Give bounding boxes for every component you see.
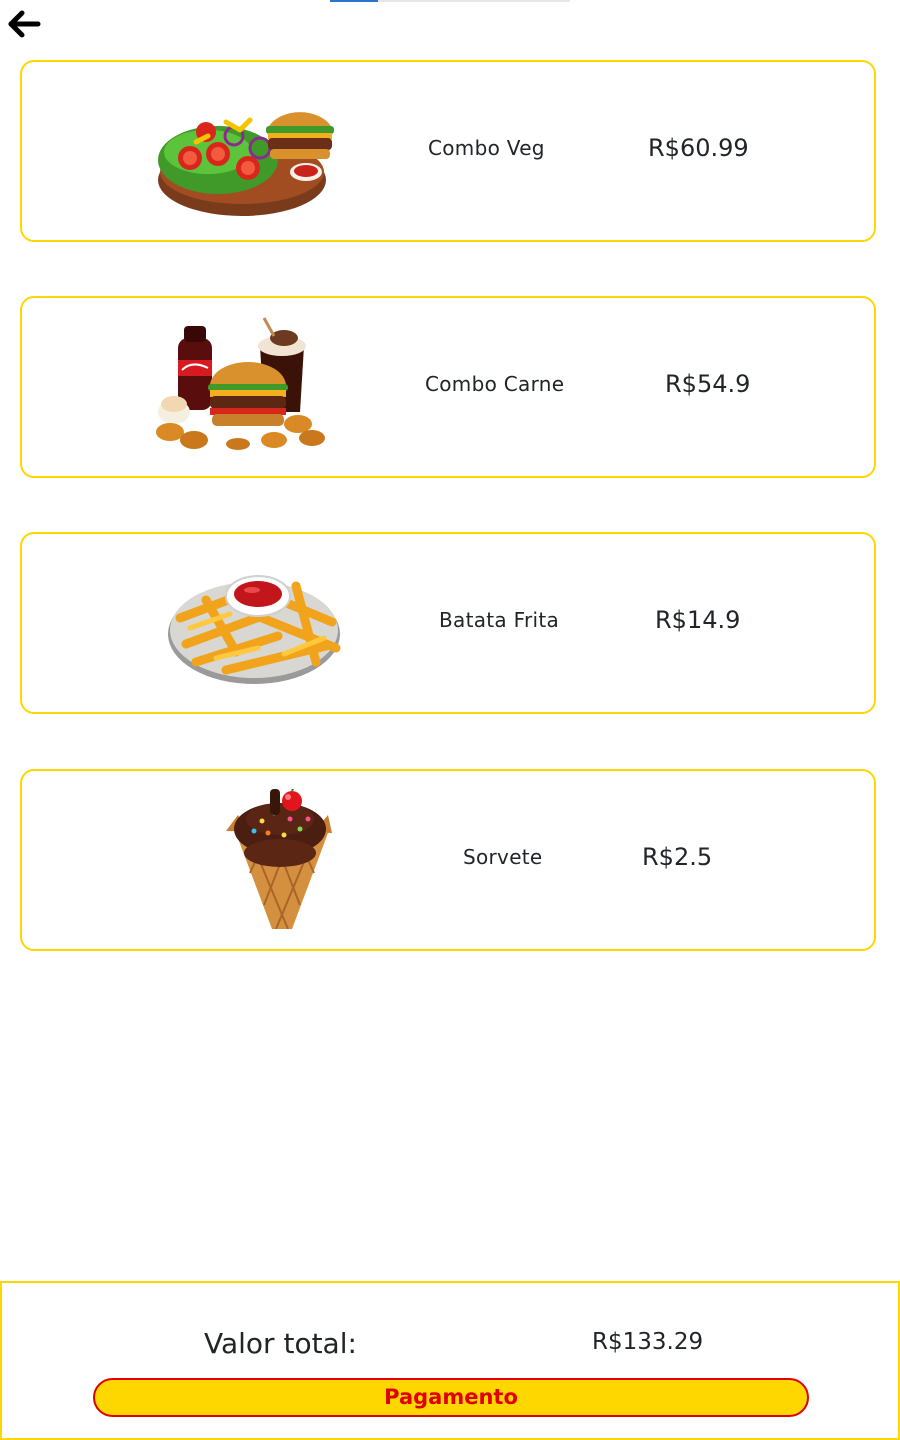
french-fries-ketchup-image (168, 575, 341, 684)
item-name: Sorvete (463, 845, 543, 869)
back-button[interactable] (6, 8, 44, 40)
item-name: Batata Frita (439, 608, 560, 632)
arrow-left-icon (8, 10, 41, 38)
item-name: Combo Carne (425, 372, 565, 396)
total-value: R$133.29 (592, 1329, 704, 1355)
cart-item-card: Combo Veg R$60.99 (20, 60, 876, 242)
total-label: Valor total: (204, 1327, 357, 1360)
item-price: R$60.99 (648, 134, 749, 162)
item-price: R$54.9 (665, 370, 751, 398)
item-name: Combo Veg (428, 136, 545, 160)
item-price: R$2.5 (642, 843, 713, 871)
item-price: R$14.9 (655, 606, 741, 634)
payment-button[interactable]: Pagamento (93, 1378, 809, 1417)
cart-item-card: Sorvete R$2.5 (20, 769, 876, 951)
cart-item-card: Combo Carne R$54.9 (20, 296, 876, 478)
burger-soda-nuggets-combo-image (156, 317, 325, 450)
order-summary: Valor total: R$133.29 Pagamento (0, 1281, 900, 1440)
salad-burger-combo-image (158, 112, 334, 216)
chocolate-ice-cream-cone-image (226, 789, 332, 929)
cart-item-card: Batata Frita R$14.9 (20, 532, 876, 714)
top-scroll-indicator (330, 0, 570, 2)
